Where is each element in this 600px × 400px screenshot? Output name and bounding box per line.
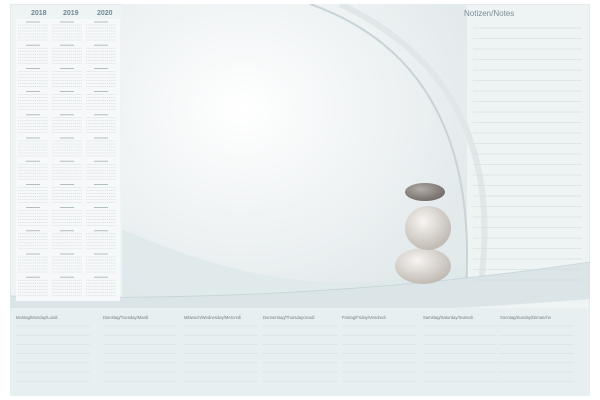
day-header-monday: Montag/Monday/Lundi <box>16 315 58 320</box>
calendar-year-2020: 2020 <box>97 10 113 17</box>
day-header-saturday: Samstag/Saturday/Samedi <box>423 315 473 320</box>
notes-title: Notizen/Notes <box>464 9 515 18</box>
desk-pad: 2018 2019 2020 Notizen/Notes Montag/Mond… <box>10 4 590 396</box>
day-header-friday: Freitag/Friday/Vendredi <box>342 315 386 320</box>
calendar-year-2019: 2019 <box>63 10 79 17</box>
calendar-year-2018: 2018 <box>31 10 47 17</box>
desk-pad-artwork <box>10 4 590 396</box>
day-header-thursday: Donnerstag/Thursday/Jeudi <box>263 315 315 320</box>
day-header-wednesday: Mittwoch/Wednesday/Mercredi <box>184 315 242 320</box>
day-header-tuesday: Dienstag/Tuesday/Mardi <box>103 315 149 320</box>
day-header-sunday: Sonntag/Sunday/Dimanche <box>500 315 551 320</box>
